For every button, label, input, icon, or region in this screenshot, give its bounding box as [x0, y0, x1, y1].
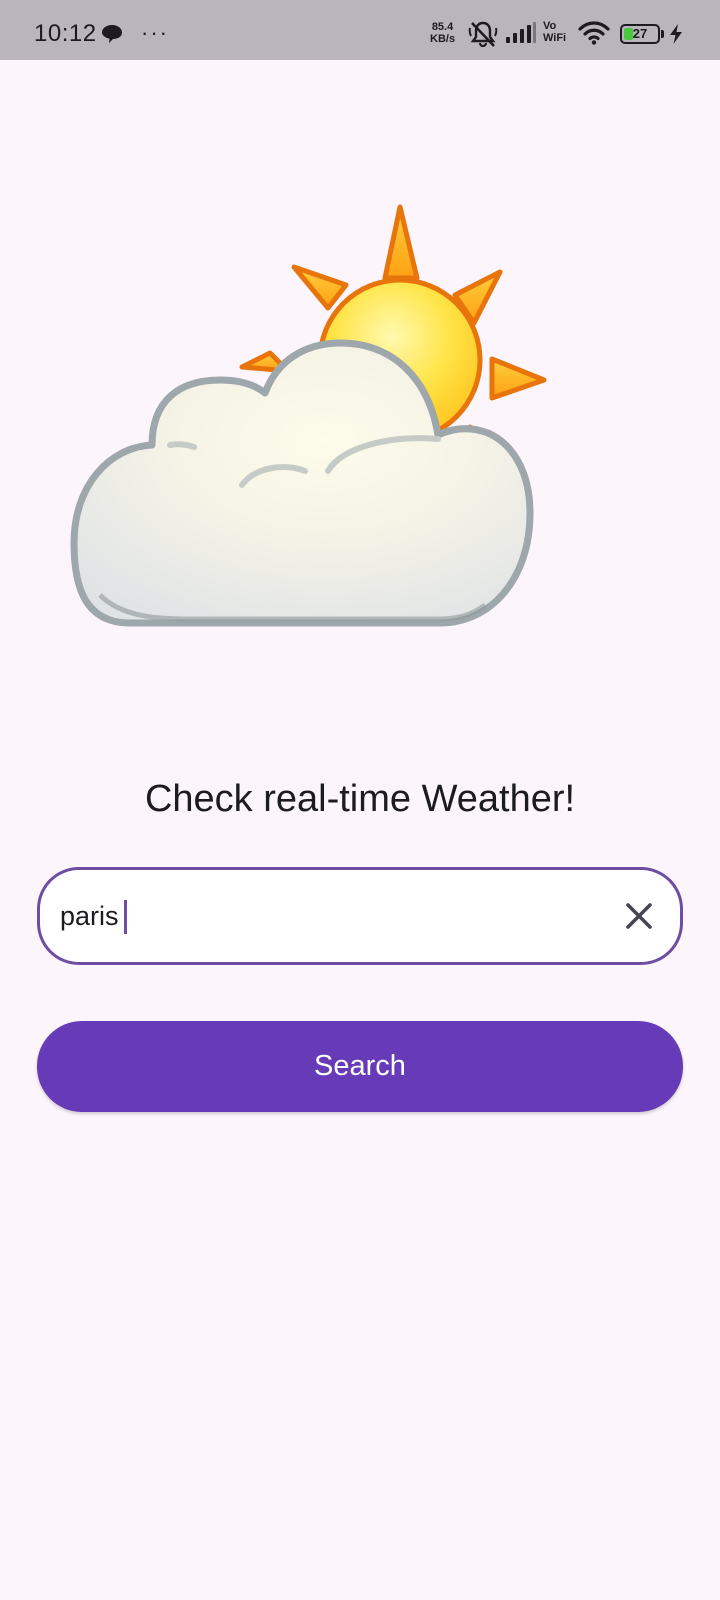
net-speed: 85.4 KB/s	[430, 21, 455, 45]
sun-behind-cloud-icon	[70, 204, 547, 627]
vowifi-label: Vo WiFi	[543, 20, 566, 44]
net-speed-value: 85.4	[431, 21, 454, 33]
charging-icon	[670, 24, 682, 44]
battery-tip	[661, 30, 664, 38]
vo-label: Vo	[543, 20, 557, 32]
wifi-icon	[578, 21, 610, 45]
signal-icon	[506, 22, 536, 43]
wifi-label: WiFi	[543, 32, 567, 44]
battery-level: 27	[632, 26, 648, 41]
city-search-input[interactable]	[60, 870, 600, 962]
mute-icon	[468, 21, 498, 48]
close-icon[interactable]	[613, 890, 665, 942]
battery-icon: 27	[620, 24, 660, 44]
net-speed-unit: KB/s	[430, 33, 456, 45]
chat-icon	[102, 25, 122, 43]
city-search-field[interactable]	[37, 867, 683, 965]
search-button[interactable]: Search	[37, 1021, 683, 1112]
status-bar: 10:12 ··· 85.4 KB/s Vo WiFi 27	[0, 0, 720, 60]
more-icon: ···	[141, 20, 169, 45]
status-time: 10:12	[34, 20, 97, 47]
text-cursor	[124, 900, 127, 934]
headline: Check real-time Weather!	[144, 778, 576, 820]
